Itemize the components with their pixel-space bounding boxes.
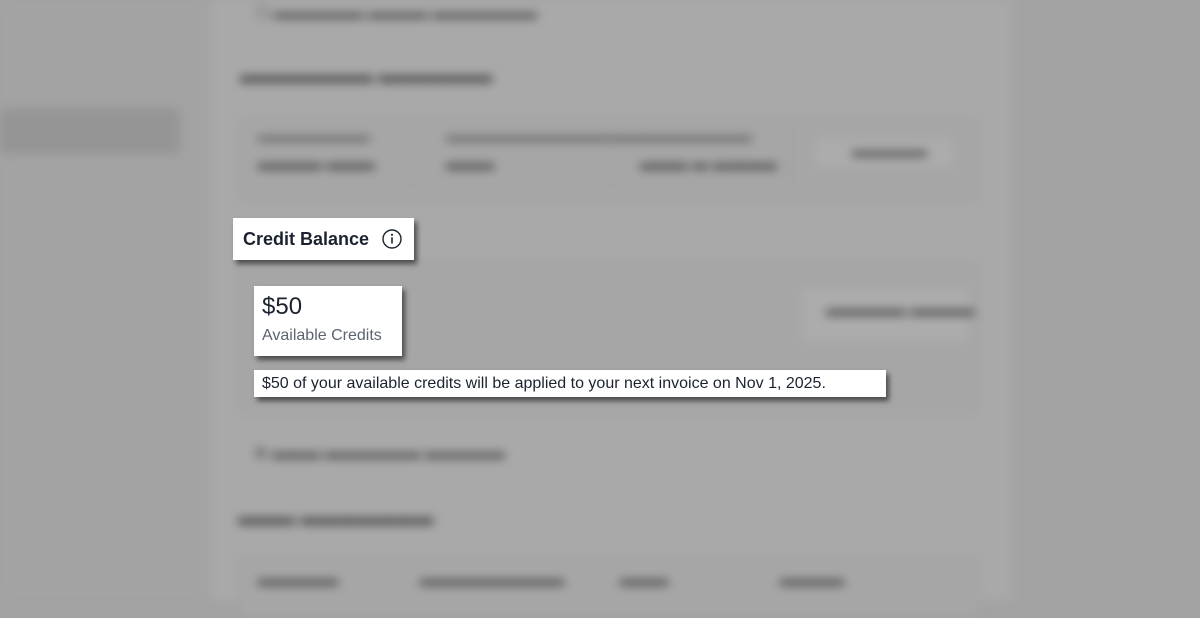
blurred-text: ▬▬▬▬ ▬▬▬ <box>258 156 375 173</box>
blurred-section-heading: ▬▬▬ ▬▬▬▬▬▬▬ <box>238 508 434 529</box>
sidebar-active-item <box>0 108 180 154</box>
credit-balance-heading-callout: Credit Balance <box>233 218 414 260</box>
blurred-text: ▬▬▬ <box>620 572 668 589</box>
sidebar <box>0 0 210 600</box>
blurred-text: ▬▬▬▬▬ <box>852 143 927 160</box>
blurred-table-panel <box>238 556 980 618</box>
credit-application-note: $50 of your available credits will be ap… <box>262 374 826 392</box>
blurred-divider <box>790 128 791 188</box>
blurred-text: ▬▬▬▬▬▬▬▬ <box>258 128 370 144</box>
blurred-text: ▬▬▬▬▬▬▬▬▬▬▬▬▬▬ <box>446 128 642 144</box>
blurred-divider <box>412 128 413 188</box>
blurred-background: ☐ ▬▬▬▬▬▬ ▬▬▬▬ ▬▬▬▬▬▬▬ ▬▬▬▬▬▬▬ ▬▬▬▬▬▬ ▬▬▬… <box>0 0 1200 618</box>
available-credits-callout: $50 Available Credits <box>254 286 402 356</box>
blurred-text: ▬▬▬▬▬ <box>258 572 338 589</box>
available-credits-label: Available Credits <box>262 327 382 344</box>
credit-balance-amount: $50 <box>262 293 303 320</box>
blurred-text: ▬▬▬▬ <box>780 572 844 589</box>
blurred-text: ▬▬▬▬▬▬▬▬ <box>640 128 752 144</box>
blurred-divider <box>610 128 611 188</box>
info-circle-icon[interactable] <box>382 229 402 249</box>
blurred-link-text: ⊕ ▬▬▬ ▬▬▬▬▬▬ ▬▬▬▬▬ <box>254 445 505 462</box>
credit-application-note-callout: $50 of your available credits will be ap… <box>254 370 886 397</box>
blurred-text: ▬▬▬▬▬▬▬▬▬ <box>420 572 564 589</box>
blurred-link-text: ☐ ▬▬▬▬▬▬ ▬▬▬▬ ▬▬▬▬▬▬▬ <box>256 5 537 22</box>
blurred-text: ▬▬▬ ▬ ▬▬▬▬ <box>640 156 777 173</box>
credit-balance-heading: Credit Balance <box>243 228 370 249</box>
blurred-text: ▬▬▬▬▬ ▬▬▬▬ <box>826 302 975 319</box>
blurred-text: ▬▬▬ <box>446 156 494 173</box>
blurred-section-heading: ▬▬▬▬▬▬▬ ▬▬▬▬▬▬ <box>240 66 493 87</box>
